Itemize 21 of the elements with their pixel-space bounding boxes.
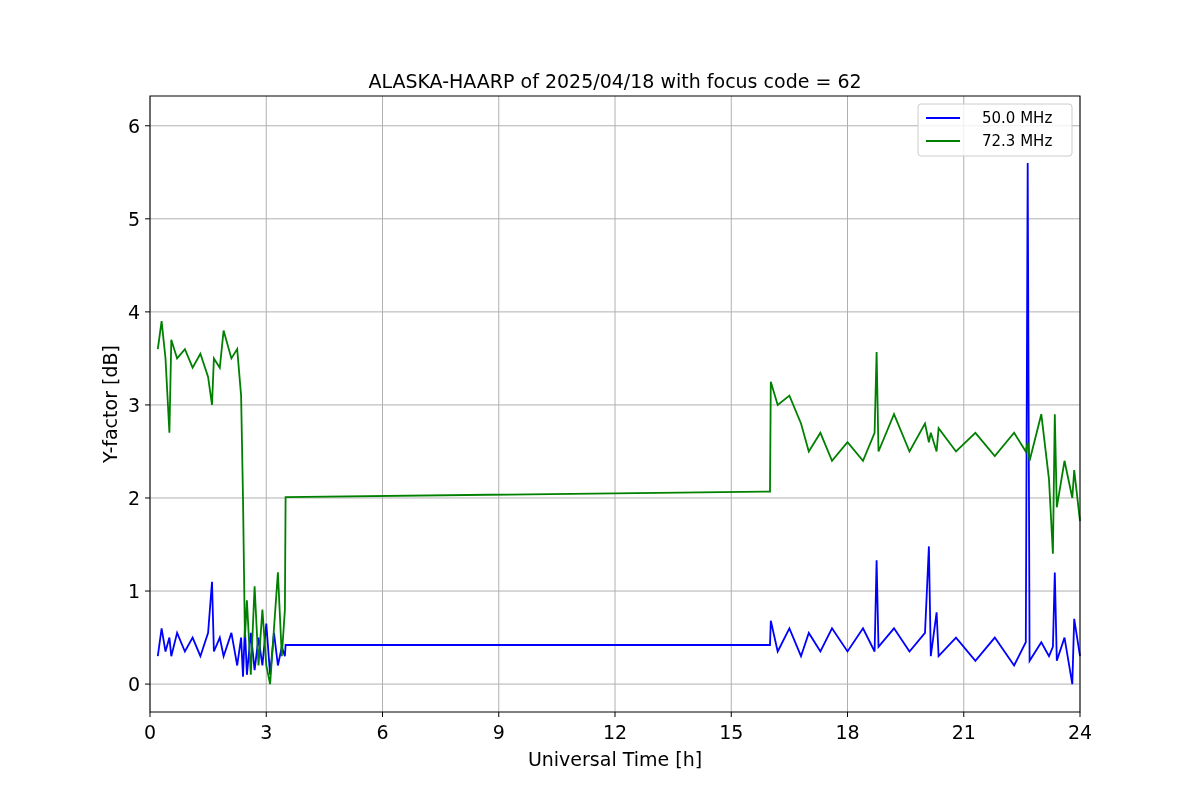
x-tick-label: 0 xyxy=(143,721,157,743)
y-tick-label: 2 xyxy=(127,487,140,509)
y-tick-label: 0 xyxy=(127,673,140,696)
y-tick-label: 1 xyxy=(127,580,140,603)
x-tick-label: 3 xyxy=(260,721,273,743)
x-tick-label: 18 xyxy=(835,721,860,743)
legend-label: 72.3 MHz xyxy=(982,132,1053,150)
x-tick-label: 21 xyxy=(951,721,976,743)
y-tick-label: 6 xyxy=(127,114,140,137)
y-tick-label: 3 xyxy=(127,393,140,416)
x-tick-label: 9 xyxy=(492,721,505,743)
y-tick-label: 4 xyxy=(127,300,140,323)
x-tick-label: 12 xyxy=(602,721,628,743)
x-tick-label: 24 xyxy=(1067,721,1093,743)
x-tick-label: 15 xyxy=(719,721,744,743)
y-axis-label: Y-factor [dB] xyxy=(99,345,121,463)
legend-label: 50.0 MHz xyxy=(982,109,1053,127)
chart-title: ALASKA-HAARP of 2025/04/18 with focus code = 62 xyxy=(368,70,862,92)
x-axis-label: Universal Time [h] xyxy=(527,748,703,770)
y-tick-label: 5 xyxy=(127,207,140,230)
x-tick-label: 6 xyxy=(376,721,389,743)
